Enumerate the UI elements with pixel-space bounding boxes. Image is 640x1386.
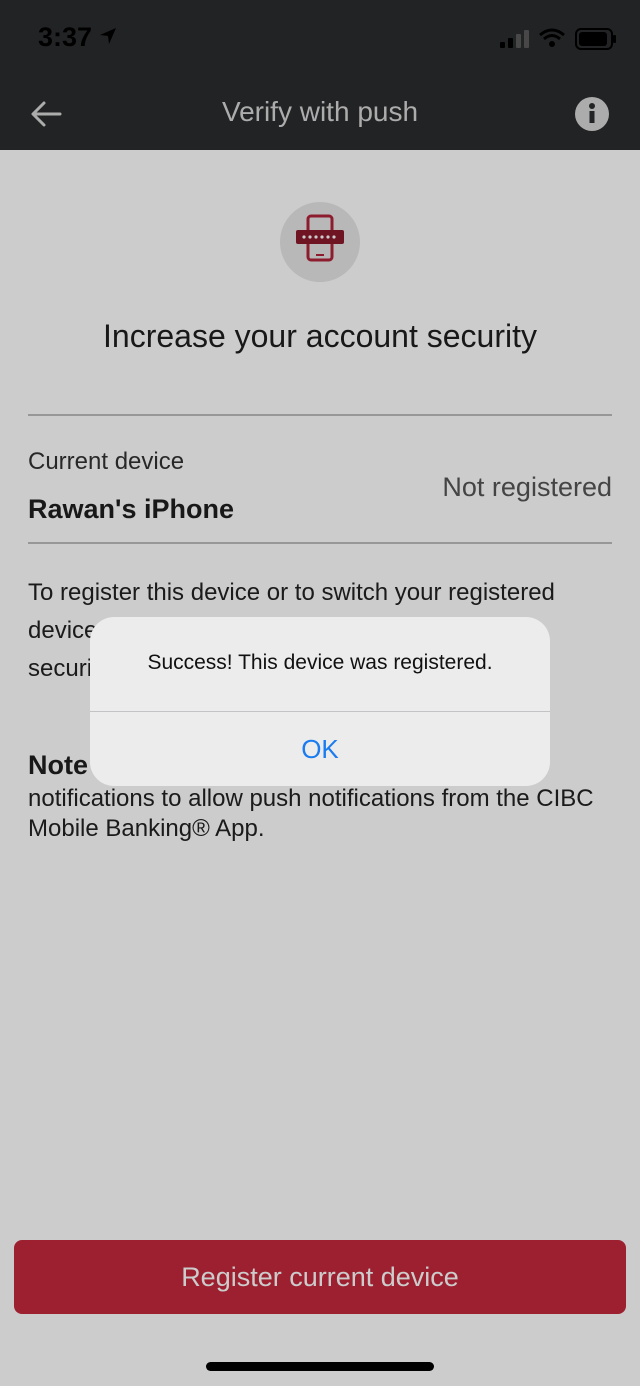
alert-message: Success! This device was registered. xyxy=(147,651,493,674)
alert-ok-button[interactable]: OK xyxy=(90,712,550,786)
success-alert: Success! This device was registered. OK xyxy=(90,617,550,786)
